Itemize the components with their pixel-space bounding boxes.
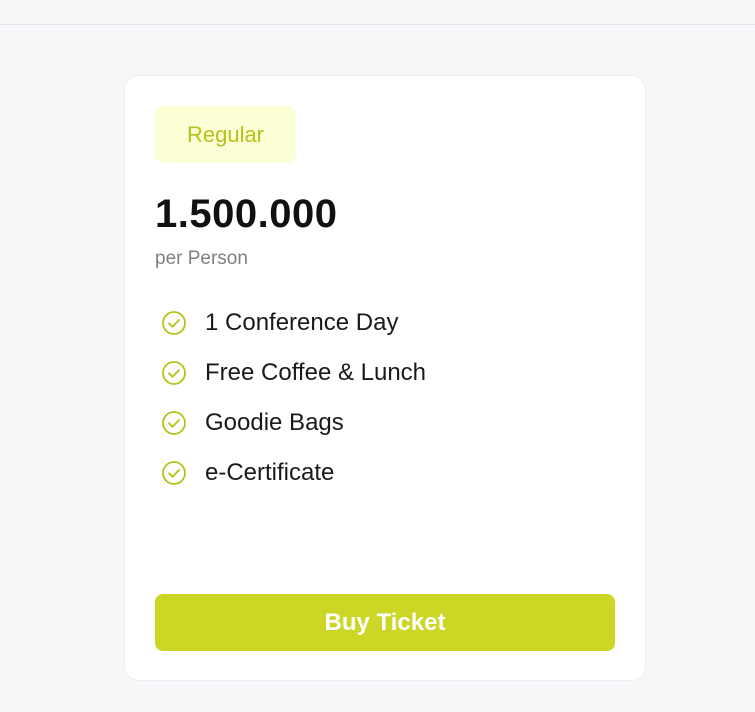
feature-list: 1 Conference Day Free Coffee & Lunch Goo… (161, 298, 426, 498)
top-bar (0, 0, 755, 25)
feature-label: Goodie Bags (205, 409, 344, 436)
price-unit: per Person (155, 248, 248, 269)
feature-label: 1 Conference Day (205, 309, 399, 336)
feature-item: e-Certificate (161, 448, 426, 498)
feature-item: 1 Conference Day (161, 298, 426, 348)
feature-label: e-Certificate (205, 459, 335, 486)
check-circle-icon (162, 311, 186, 335)
plan-badge: Regular (155, 106, 296, 163)
check-circle-icon (162, 361, 186, 385)
feature-item: Free Coffee & Lunch (161, 348, 426, 398)
check-circle-icon (162, 411, 186, 435)
feature-label: Free Coffee & Lunch (205, 359, 427, 386)
pricing-card: Regular 1.500.000 per Person 1 Conferenc… (125, 76, 645, 680)
buy-ticket-button[interactable]: Buy Ticket (155, 594, 615, 651)
feature-item: Goodie Bags (161, 398, 426, 448)
price: 1.500.000 (155, 192, 338, 236)
check-circle-icon (162, 461, 186, 485)
